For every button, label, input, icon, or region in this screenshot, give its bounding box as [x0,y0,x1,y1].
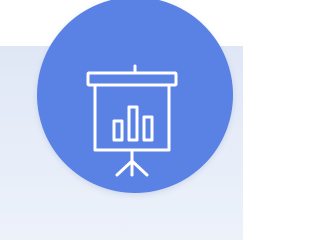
presentation-board-graphic [86,64,178,177]
chart-bar-1 [112,119,124,142]
board-leg-right [130,159,149,177]
board-top-bar [86,71,178,87]
chart-bar-3 [142,115,154,142]
presentation-board-icon [83,61,183,181]
chart-bar-2 [127,105,139,142]
board-leg-left [115,159,134,177]
